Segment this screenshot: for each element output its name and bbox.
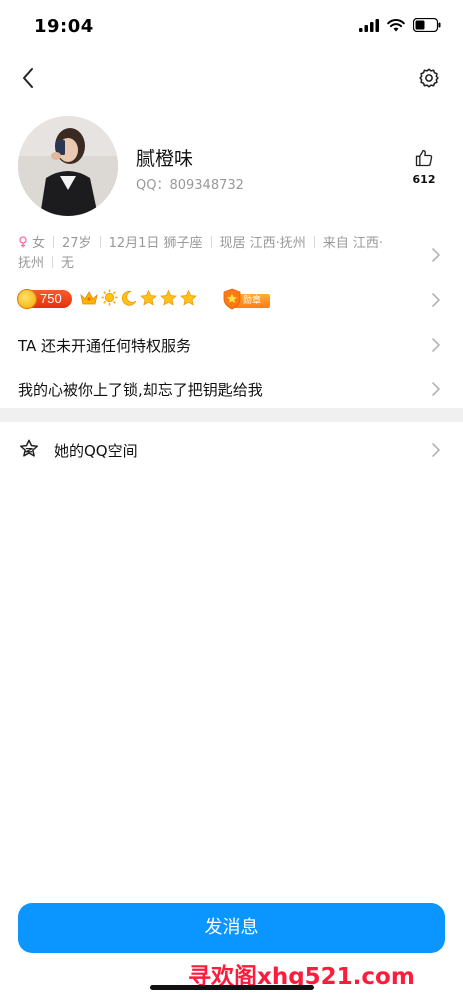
sun-coin-icon xyxy=(17,289,37,309)
level-number: 750 xyxy=(40,291,62,306)
avatar-photo xyxy=(18,116,118,216)
female-icon xyxy=(19,236,27,248)
chevron-right-icon xyxy=(432,382,440,396)
qzone-star-icon xyxy=(20,439,38,457)
status-time: 19:04 xyxy=(34,16,94,37)
residence: 现居 江西·抚州 xyxy=(219,236,306,251)
privilege-row[interactable]: TA 还未开通任何特权服务 xyxy=(0,323,463,367)
gear-icon xyxy=(419,68,439,88)
signature-row[interactable]: 我的心被你上了锁,却忘了把钥匙给我 xyxy=(0,367,463,411)
sun-icon xyxy=(101,289,118,306)
crown-icon xyxy=(80,290,98,304)
signature-text: 我的心被你上了锁,却忘了把钥匙给我 xyxy=(18,381,263,399)
nav-bar xyxy=(0,54,463,102)
like-button[interactable]: 612 xyxy=(411,148,437,186)
chevron-right-icon xyxy=(432,293,440,307)
birthday: 12月1日 狮子座 xyxy=(108,236,203,251)
moon-icon xyxy=(121,290,137,306)
chevron-right-icon xyxy=(432,248,440,262)
nickname: 腻橙味 xyxy=(136,148,194,170)
section-divider xyxy=(0,408,463,422)
age: 27岁 xyxy=(62,236,92,251)
avatar[interactable] xyxy=(18,116,118,216)
qzone-label: 她的QQ空间 xyxy=(54,442,138,460)
chevron-left-icon xyxy=(23,68,33,88)
hometown: 来自 江西· xyxy=(322,236,384,251)
status-bar: 19:04 xyxy=(0,0,463,54)
profile-header: 腻橙味 QQ：809348732 612 xyxy=(0,112,463,220)
medal-badge: 勋章 xyxy=(222,288,270,310)
extra-info: 无 xyxy=(61,256,75,271)
divider xyxy=(52,256,54,268)
divider xyxy=(53,236,55,248)
signal-icon xyxy=(359,18,379,32)
divider xyxy=(99,236,101,248)
divider xyxy=(313,236,315,248)
chevron-right-icon xyxy=(432,443,440,457)
medal-star-icon xyxy=(223,288,241,310)
send-message-button[interactable]: 发消息 xyxy=(18,903,445,953)
back-button[interactable] xyxy=(12,62,44,94)
level-icons xyxy=(80,289,197,306)
privilege-text: TA 还未开通任何特权服务 xyxy=(18,337,192,355)
home-indicator xyxy=(150,985,314,990)
chevron-right-icon xyxy=(432,338,440,352)
info-row[interactable]: 女 27岁 12月1日 狮子座 现居 江西·抚州 来自 江西· 抚州 无 xyxy=(0,232,463,278)
status-icons xyxy=(359,18,441,32)
divider xyxy=(210,236,212,248)
gender: 女 xyxy=(32,236,46,251)
info-text: 女 27岁 12月1日 狮子座 现居 江西·抚州 来自 江西· 抚州 无 xyxy=(18,234,418,274)
qzone-row[interactable]: 她的QQ空间 xyxy=(0,428,463,472)
wifi-icon xyxy=(387,18,405,31)
level-badge: 750 xyxy=(17,289,72,309)
settings-button[interactable] xyxy=(413,62,445,94)
qq-number: QQ：809348732 xyxy=(136,178,244,193)
thumbs-up-icon xyxy=(415,149,433,167)
star-icon xyxy=(180,289,197,306)
battery-icon xyxy=(413,18,441,32)
hometown-city: 抚州 xyxy=(18,256,45,271)
star-icon xyxy=(160,289,177,306)
like-count: 612 xyxy=(412,173,436,186)
star-icon xyxy=(140,289,157,306)
badge-row[interactable]: 750 勋章 xyxy=(0,286,463,316)
